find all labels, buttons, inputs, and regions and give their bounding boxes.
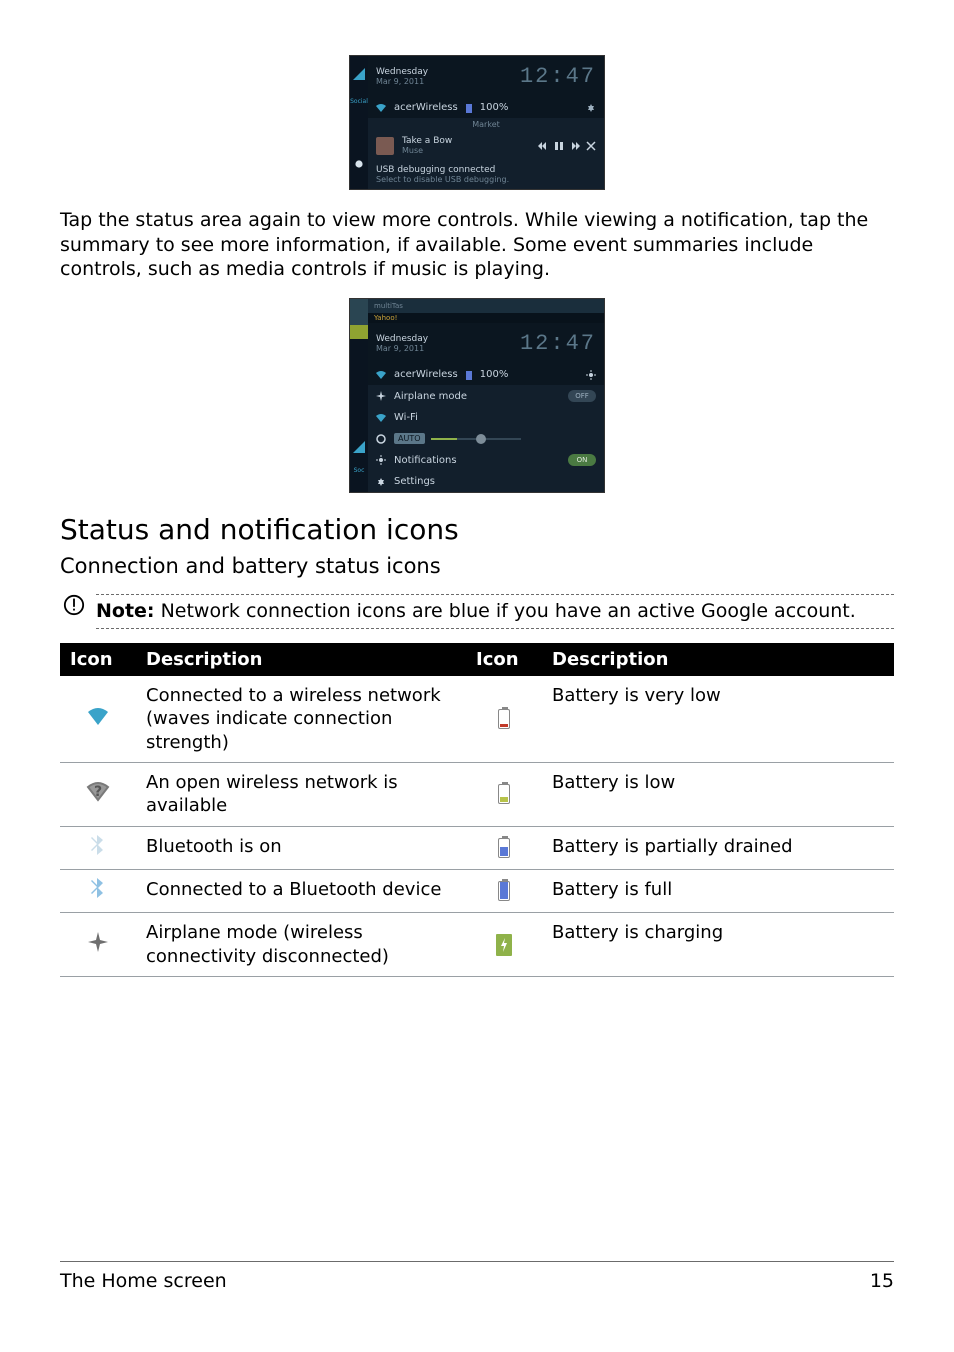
table-cell: Battery is partially drained <box>542 826 894 869</box>
clock-day: Wednesday <box>376 334 428 344</box>
wifi-ssid-label: acerWireless <box>394 102 458 113</box>
media-prev-icon[interactable] <box>538 141 548 151</box>
wifi-connected-icon <box>86 704 110 728</box>
clock-date: Mar 9, 2011 <box>376 344 428 353</box>
brightness-slider[interactable] <box>431 438 521 440</box>
footer-page-number: 15 <box>870 1270 894 1292</box>
notification-title: USB debugging connected <box>376 165 596 175</box>
battery-charging-icon <box>496 934 512 956</box>
wifi-open-icon: ? <box>86 779 110 803</box>
table-header-icon: Icon <box>60 643 136 676</box>
svg-text:?: ? <box>94 784 102 800</box>
table-header-description: Description <box>542 643 894 676</box>
wifi-icon <box>376 103 386 113</box>
rotation-icon <box>376 434 386 444</box>
footer-title: The Home screen <box>60 1270 227 1292</box>
market-tab-label: Market <box>376 120 596 129</box>
notifications-setting-label: Notifications <box>394 455 560 466</box>
table-cell: Airplane mode (wireless connectivity dis… <box>136 913 466 977</box>
section-subheading: Connection and battery status icons <box>60 554 894 578</box>
battery-percent-label: 100% <box>480 102 509 113</box>
airplane-icon <box>376 391 386 401</box>
album-art <box>376 137 394 155</box>
table-header-description: Description <box>136 643 466 676</box>
note-label: Note: <box>96 600 155 622</box>
table-cell: An open wireless network is available <box>136 762 466 826</box>
body-paragraph: Tap the status area again to view more c… <box>60 208 894 282</box>
media-pause-icon[interactable] <box>554 141 564 151</box>
android-quicksettings-screenshot: Soc multiTas Yahoo! Wednesday Mar 9, 201… <box>349 298 605 493</box>
wifi-setting-label: Wi-Fi <box>394 412 596 423</box>
clock-day: Wednesday <box>376 67 428 77</box>
battery-icon <box>466 370 472 380</box>
settings-quick-icon <box>376 477 386 487</box>
battery-percent-label: 100% <box>480 369 509 380</box>
notifications-setting-icon <box>376 455 386 465</box>
table-cell: Battery is charging <box>542 913 894 977</box>
note-block: Note: Network connection icons are blue … <box>60 594 894 629</box>
status-icons-table: Icon Description Icon Description Connec… <box>60 643 894 978</box>
signal-icon <box>350 429 368 465</box>
section-heading: Status and notification icons <box>60 513 894 546</box>
battery-very-low-icon <box>498 709 510 729</box>
table-cell: Battery is low <box>542 762 894 826</box>
notification-subtitle: Select to disable USB debugging. <box>376 175 596 184</box>
bluetooth-connected-icon <box>86 876 110 900</box>
media-next-icon[interactable] <box>570 141 580 151</box>
table-cell: Bluetooth is on <box>136 826 466 869</box>
wifi-setting-icon <box>376 413 386 423</box>
note-text: Network connection icons are blue if you… <box>155 600 856 622</box>
wifi-icon <box>376 370 386 380</box>
signal-icon <box>350 56 368 92</box>
battery-low-icon <box>498 784 510 804</box>
settings-quick-label: Settings <box>394 476 596 487</box>
battery-icon <box>466 103 472 113</box>
note-icon <box>60 594 88 629</box>
table-cell: Battery is full <box>542 870 894 913</box>
table-cell: Battery is very low <box>542 676 894 763</box>
now-playing-artist: Muse <box>402 146 530 155</box>
clock-time: 12:47 <box>520 331 596 356</box>
usb-icon <box>350 146 368 182</box>
brightness-icon <box>586 370 596 380</box>
clock-time: 12:47 <box>520 64 596 89</box>
auto-brightness-badge: AUTO <box>394 433 425 444</box>
clock-date: Mar 9, 2011 <box>376 77 428 86</box>
table-cell: Connected to a Bluetooth device <box>136 870 466 913</box>
wifi-ssid-label: acerWireless <box>394 369 458 380</box>
notifications-toggle[interactable]: ON <box>568 454 596 466</box>
bluetooth-on-icon <box>86 833 110 857</box>
airplane-mode-icon <box>86 930 110 954</box>
airplane-toggle[interactable]: OFF <box>568 390 596 402</box>
social-tab-label: Social <box>350 92 368 110</box>
now-playing-title: Take a Bow <box>402 136 530 146</box>
battery-partial-icon <box>498 838 510 858</box>
media-close-icon[interactable] <box>586 141 596 151</box>
table-cell: Connected to a wireless network (waves i… <box>136 676 466 763</box>
android-notification-screenshot: Social Wednesday Mar 9, 2011 12:47 acerW… <box>349 55 605 190</box>
table-header-icon: Icon <box>466 643 542 676</box>
airplane-mode-label: Airplane mode <box>394 391 560 402</box>
settings-icon <box>586 103 596 113</box>
battery-full-icon <box>498 881 510 901</box>
